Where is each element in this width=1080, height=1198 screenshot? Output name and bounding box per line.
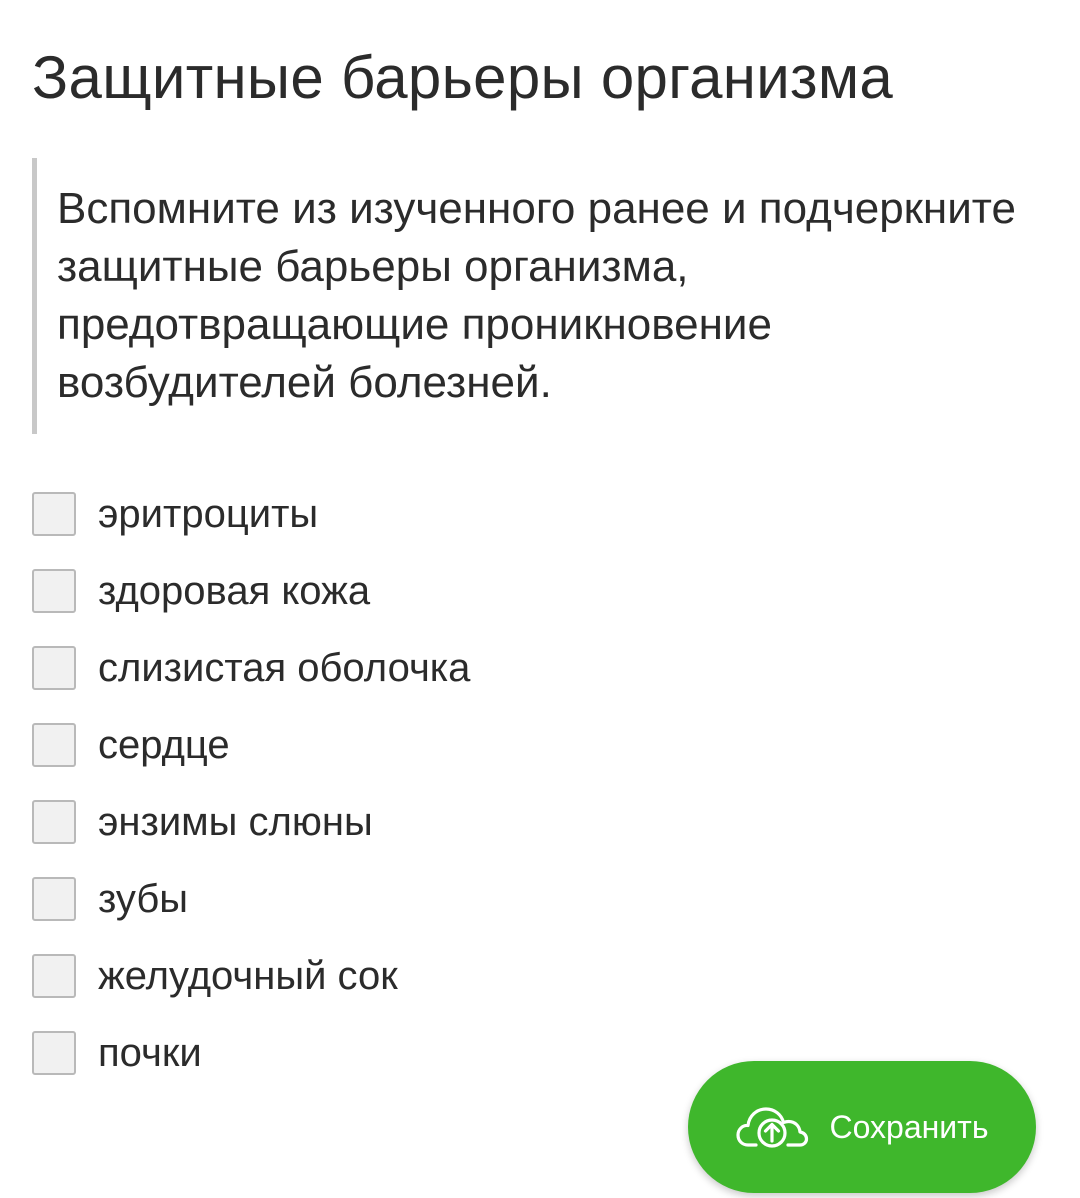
instruction-block: Вспомните из изученного ранее и подчеркн… (32, 158, 1032, 434)
page-title: Защитные барьеры организма (32, 44, 894, 111)
option-item[interactable]: желудочный сок (32, 951, 470, 1001)
option-item[interactable]: здоровая кожа (32, 566, 470, 616)
option-label: сердце (98, 723, 230, 767)
checkbox[interactable] (32, 800, 76, 844)
option-item[interactable]: почки (32, 1028, 470, 1078)
checkbox[interactable] (32, 954, 76, 998)
option-item[interactable]: сердце (32, 720, 470, 770)
option-label: энзимы слюны (98, 800, 373, 844)
option-item[interactable]: энзимы слюны (32, 797, 470, 847)
option-item[interactable]: зубы (32, 874, 470, 924)
checkbox[interactable] (32, 723, 76, 767)
options-list: эритроциты здоровая кожа слизистая оболо… (32, 489, 470, 1105)
checkbox[interactable] (32, 569, 76, 613)
option-label: зубы (98, 877, 188, 921)
checkbox[interactable] (32, 877, 76, 921)
checkbox[interactable] (32, 646, 76, 690)
checkbox[interactable] (32, 492, 76, 536)
option-label: эритроциты (98, 492, 319, 536)
option-label: здоровая кожа (98, 569, 371, 613)
option-label: желудочный сок (98, 954, 398, 998)
option-label: почки (98, 1031, 202, 1075)
save-button[interactable]: Сохранить (688, 1061, 1036, 1193)
option-item[interactable]: слизистая оболочка (32, 643, 470, 693)
option-label: слизистая оболочка (98, 646, 471, 690)
instruction-text: Вспомните из изученного ранее и подчеркн… (57, 184, 1016, 407)
option-item[interactable]: эритроциты (32, 489, 470, 539)
save-button-label: Сохранить (829, 1108, 989, 1145)
checkbox[interactable] (32, 1031, 76, 1075)
cloud-upload-icon (735, 1104, 809, 1150)
